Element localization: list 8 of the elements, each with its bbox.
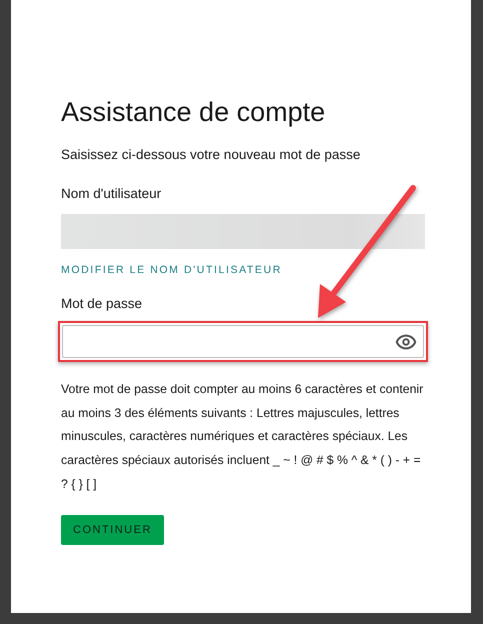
subtitle: Saisissez ci-dessous votre nouveau mot de passe [61,147,362,162]
page-title: Assistance de compte [61,96,326,128]
username-label: Nom d'utilisateur [61,186,162,201]
modify-username-link[interactable]: MODIFIER LE NOM D'UTILISATEUR [61,264,282,276]
password-label: Mot de passe [61,296,144,311]
password-requirements: Votre mot de passe doit compter au moins 6 caractères et contenir au moins 3 des éléments suivants : Lettres majuscules, lettres minuscules, caractères numériques et caractères spéciaux. Les caractères spéciaux autorisés incluent _ ~ ! @ # $ % ^ & * ( ) - + = ? { } [ ] [61,381,424,493]
continue-button[interactable]: CONTINUER [61,514,164,545]
username-field[interactable] [61,214,425,249]
